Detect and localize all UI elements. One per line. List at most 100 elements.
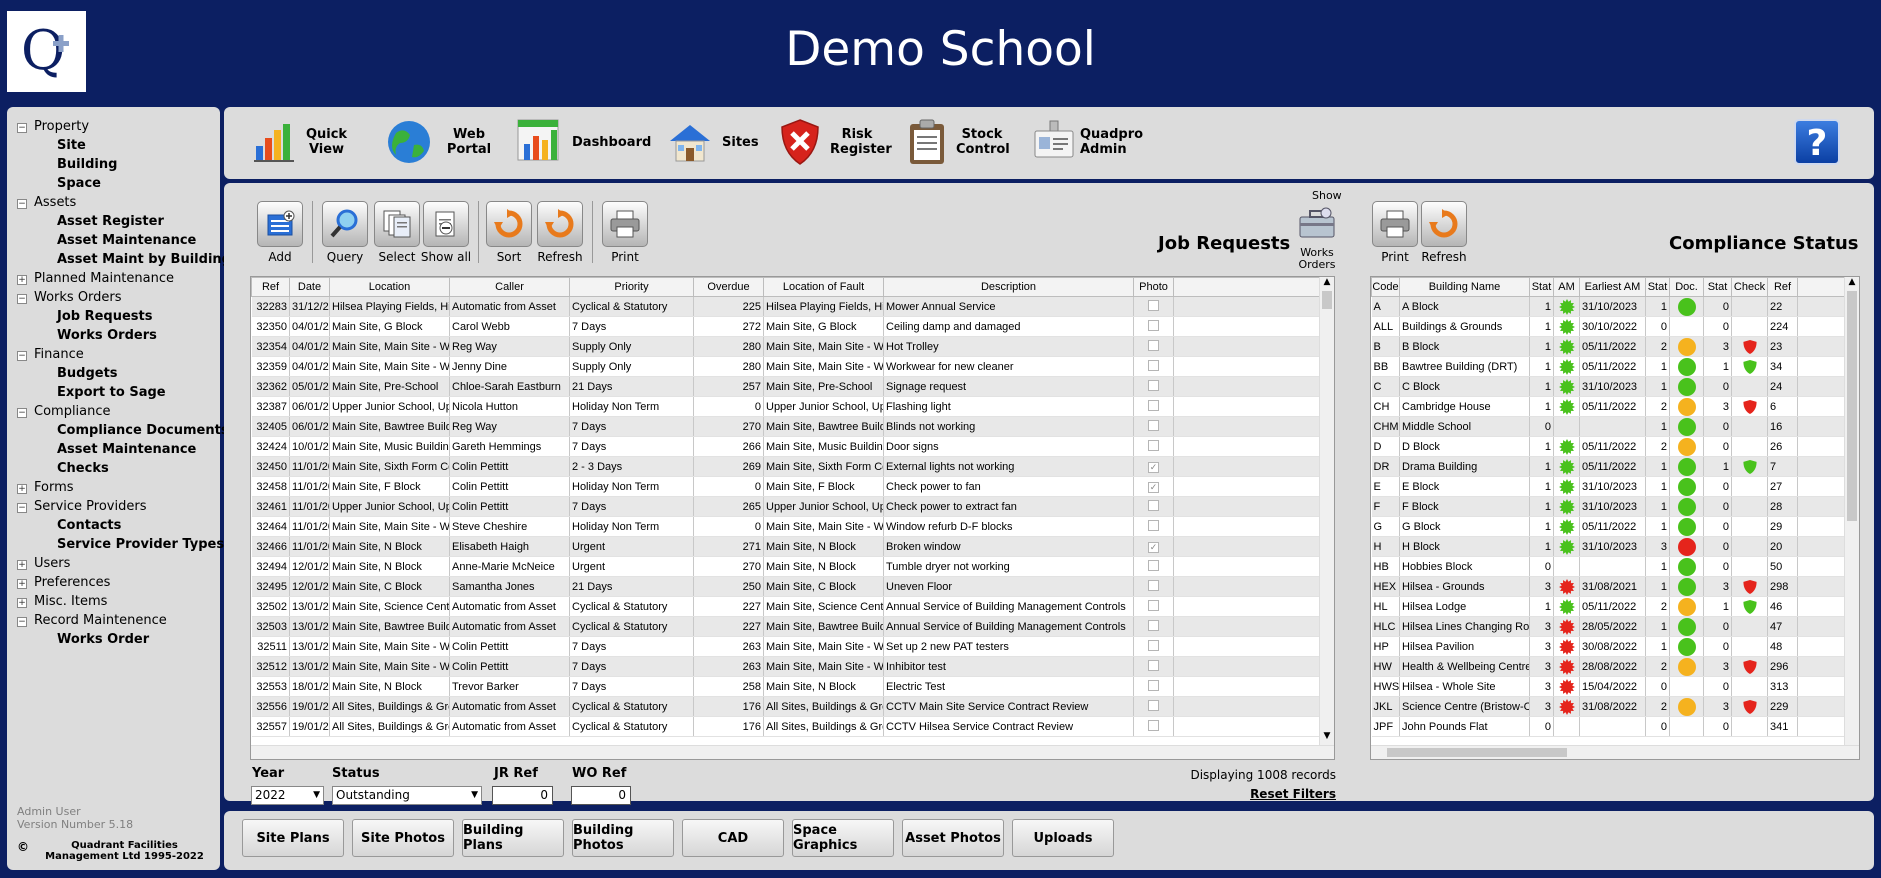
column-header-priority[interactable]: Priority: [569, 277, 694, 297]
site-photos-button[interactable]: Site Photos: [352, 819, 454, 857]
year-select[interactable]: 2022 ▼: [251, 786, 324, 805]
table-row[interactable]: HP Hilsea Pavilion 3 30/08/2022 1 0 48: [1371, 636, 1859, 657]
sidebar-item-works-order[interactable]: Works Order: [17, 630, 216, 649]
photo-checkbox[interactable]: [1148, 359, 1159, 371]
space-graphics-button[interactable]: Space Graphics: [792, 819, 894, 857]
table-row[interactable]: AA Block 1 31/10/2023 1 0 22: [1371, 296, 1859, 317]
photo-checkbox[interactable]: ✓: [1148, 541, 1159, 553]
column-header-ref[interactable]: Ref: [251, 277, 290, 297]
print-button[interactable]: [602, 201, 648, 247]
table-row[interactable]: 3246611/01/2022Main Site, N BlockElisabe…: [251, 536, 1321, 557]
sidebar-item-compliance-documents[interactable]: Compliance Documents: [17, 421, 229, 440]
table-row[interactable]: 3236205/01/2022Main Site, Pre-SchoolChlo…: [251, 376, 1321, 397]
horizontal-scrollbar[interactable]: [1371, 745, 1859, 759]
sidebar-item-asset-maintenance[interactable]: Asset Maintenance: [17, 440, 216, 459]
stock-control-button[interactable]: Stock Control: [906, 117, 1010, 167]
column-header-check[interactable]: Check: [1731, 277, 1768, 297]
sort-button[interactable]: [486, 201, 532, 247]
table-row[interactable]: 3235904/01/2022Main Site, Main Site - Wh…: [251, 356, 1321, 377]
reset-filters-link[interactable]: Reset Filters: [1204, 787, 1336, 801]
wo-ref-input[interactable]: 0: [571, 786, 631, 805]
collapse-icon[interactable]: −: [17, 123, 27, 133]
photo-checkbox[interactable]: ✓: [1148, 481, 1159, 493]
table-row[interactable]: HB Hobbies Block 0 1 0 50: [1371, 556, 1859, 577]
photo-checkbox[interactable]: [1148, 559, 1159, 571]
table-row[interactable]: 3251213/01/2022Main Site, Main Site - Wh…: [251, 656, 1321, 677]
photo-checkbox[interactable]: [1148, 719, 1159, 731]
collapse-icon[interactable]: −: [17, 294, 27, 304]
table-row[interactable]: 3250213/01/2022Main Site, Science CentrA…: [251, 596, 1321, 617]
sidebar-item-works-orders[interactable]: − Works Orders: [17, 288, 216, 307]
column-header-ref[interactable]: Ref: [1767, 277, 1798, 297]
scroll-up-icon[interactable]: ▲: [1320, 277, 1334, 291]
sidebar-item-job-requests[interactable]: Job Requests: [17, 307, 216, 326]
table-row[interactable]: 3249512/01/2022Main Site, C BlockSamanth…: [251, 576, 1321, 597]
collapse-icon[interactable]: −: [17, 503, 27, 513]
sidebar-item-finance[interactable]: − Finance: [17, 345, 216, 364]
sidebar-item-space[interactable]: Space: [17, 174, 216, 193]
expand-icon[interactable]: +: [17, 560, 27, 570]
table-row[interactable]: HW Health & Wellbeing Centre 3 28/08/2022 2 3…: [1371, 656, 1859, 677]
column-header-am[interactable]: AM: [1553, 277, 1580, 297]
sidebar-item-site[interactable]: Site: [17, 136, 216, 155]
select-button[interactable]: [374, 201, 420, 247]
quadpro-admin-button[interactable]: Quadpro Admin: [1032, 117, 1143, 167]
photo-checkbox[interactable]: [1148, 699, 1159, 711]
photo-checkbox[interactable]: [1148, 339, 1159, 351]
photo-checkbox[interactable]: ✓: [1148, 461, 1159, 473]
table-row[interactable]: CH Cambridge House 1 05/11/2022 2 3 6: [1371, 396, 1859, 417]
dashboard-button[interactable]: Dashboard: [516, 117, 651, 167]
photo-checkbox[interactable]: [1148, 379, 1159, 391]
sidebar-item-service-providers[interactable]: − Service Providers: [17, 497, 216, 516]
table-row[interactable]: 3246111/01/2022Upper Junior School, UppC…: [251, 496, 1321, 517]
column-header-earliest-am[interactable]: Earliest AM: [1579, 277, 1646, 297]
photo-checkbox[interactable]: [1148, 519, 1159, 531]
sidebar-item-asset-maintenance[interactable]: Asset Maintenance: [17, 231, 216, 250]
collapse-icon[interactable]: −: [17, 199, 27, 209]
column-header-overdue[interactable]: Overdue: [693, 277, 764, 297]
column-header-photo[interactable]: Photo: [1133, 277, 1174, 297]
query-button[interactable]: [322, 201, 368, 247]
risk-register-button[interactable]: Risk Register: [778, 117, 892, 167]
refresh-button[interactable]: [537, 201, 583, 247]
table-row[interactable]: 3235404/01/2022Main Site, Main Site - Wh…: [251, 336, 1321, 357]
collapse-icon[interactable]: −: [17, 351, 27, 361]
column-header-building-name[interactable]: Building Name: [1399, 277, 1530, 297]
table-row[interactable]: HWS Hilsea - Whole Site 3 15/04/2022 0 0 313: [1371, 676, 1859, 697]
show-all-button[interactable]: [423, 201, 469, 247]
sidebar-item-property[interactable]: − Property: [17, 117, 216, 136]
table-row[interactable]: HL Hilsea Lodge 1 05/11/2022 2 1 46: [1371, 596, 1859, 617]
photo-checkbox[interactable]: [1148, 299, 1159, 311]
table-row[interactable]: 3242410/01/2022Main Site, Music Building…: [251, 436, 1321, 457]
vertical-scrollbar[interactable]: ▲: [1844, 277, 1859, 745]
table-row[interactable]: HEX Hilsea - Grounds 3 31/08/2021 1 3 298: [1371, 576, 1859, 597]
column-header-description[interactable]: Description: [883, 277, 1134, 297]
table-row[interactable]: 3228331/12/2021Hilsea Playing Fields, Hi…: [251, 296, 1321, 317]
column-header-stat[interactable]: Stat: [1703, 277, 1732, 297]
photo-checkbox[interactable]: [1148, 619, 1159, 631]
sites-button[interactable]: Sites: [666, 117, 759, 167]
table-row[interactable]: 3238706/01/2022Upper Junior School, UppN…: [251, 396, 1321, 417]
compliance-refresh-button[interactable]: [1421, 201, 1467, 247]
photo-checkbox[interactable]: [1148, 419, 1159, 431]
table-row[interactable]: FF Block 1 31/10/2023 1 0 28: [1371, 496, 1859, 517]
column-header-location-of-fault[interactable]: Location of Fault: [763, 277, 884, 297]
table-row[interactable]: 3255318/01/2022Main Site, N BlockTrevor …: [251, 676, 1321, 697]
column-header-date[interactable]: Date: [289, 277, 330, 297]
table-row[interactable]: JKLScience Centre (Bristow-Clavell)331/0…: [1371, 696, 1859, 717]
table-row[interactable]: HH Block 1 31/10/2023 3 0 20: [1371, 536, 1859, 557]
sidebar-item-budgets[interactable]: Budgets: [17, 364, 216, 383]
column-header-location[interactable]: Location: [329, 277, 450, 297]
jr-ref-input[interactable]: 0: [492, 786, 553, 805]
sidebar-item-compliance[interactable]: − Compliance: [17, 402, 216, 421]
table-row[interactable]: 3255719/01/2022All Sites, Buildings & Gr…: [251, 716, 1321, 737]
photo-checkbox[interactable]: [1148, 439, 1159, 451]
sidebar-item-building[interactable]: Building: [17, 155, 216, 174]
help-button[interactable]: ?: [1794, 119, 1840, 165]
table-row[interactable]: DR Drama Building 1 05/11/2022 1 1 7: [1371, 456, 1859, 477]
expand-icon[interactable]: +: [17, 598, 27, 608]
photo-checkbox[interactable]: [1148, 659, 1159, 671]
table-row[interactable]: 3255619/01/2022All Sites, Buildings & Gr…: [251, 696, 1321, 717]
add-button[interactable]: [257, 201, 303, 247]
table-row[interactable]: BB Bawtree Building (DRT) 1 05/11/2022 1 1 34: [1371, 356, 1859, 377]
